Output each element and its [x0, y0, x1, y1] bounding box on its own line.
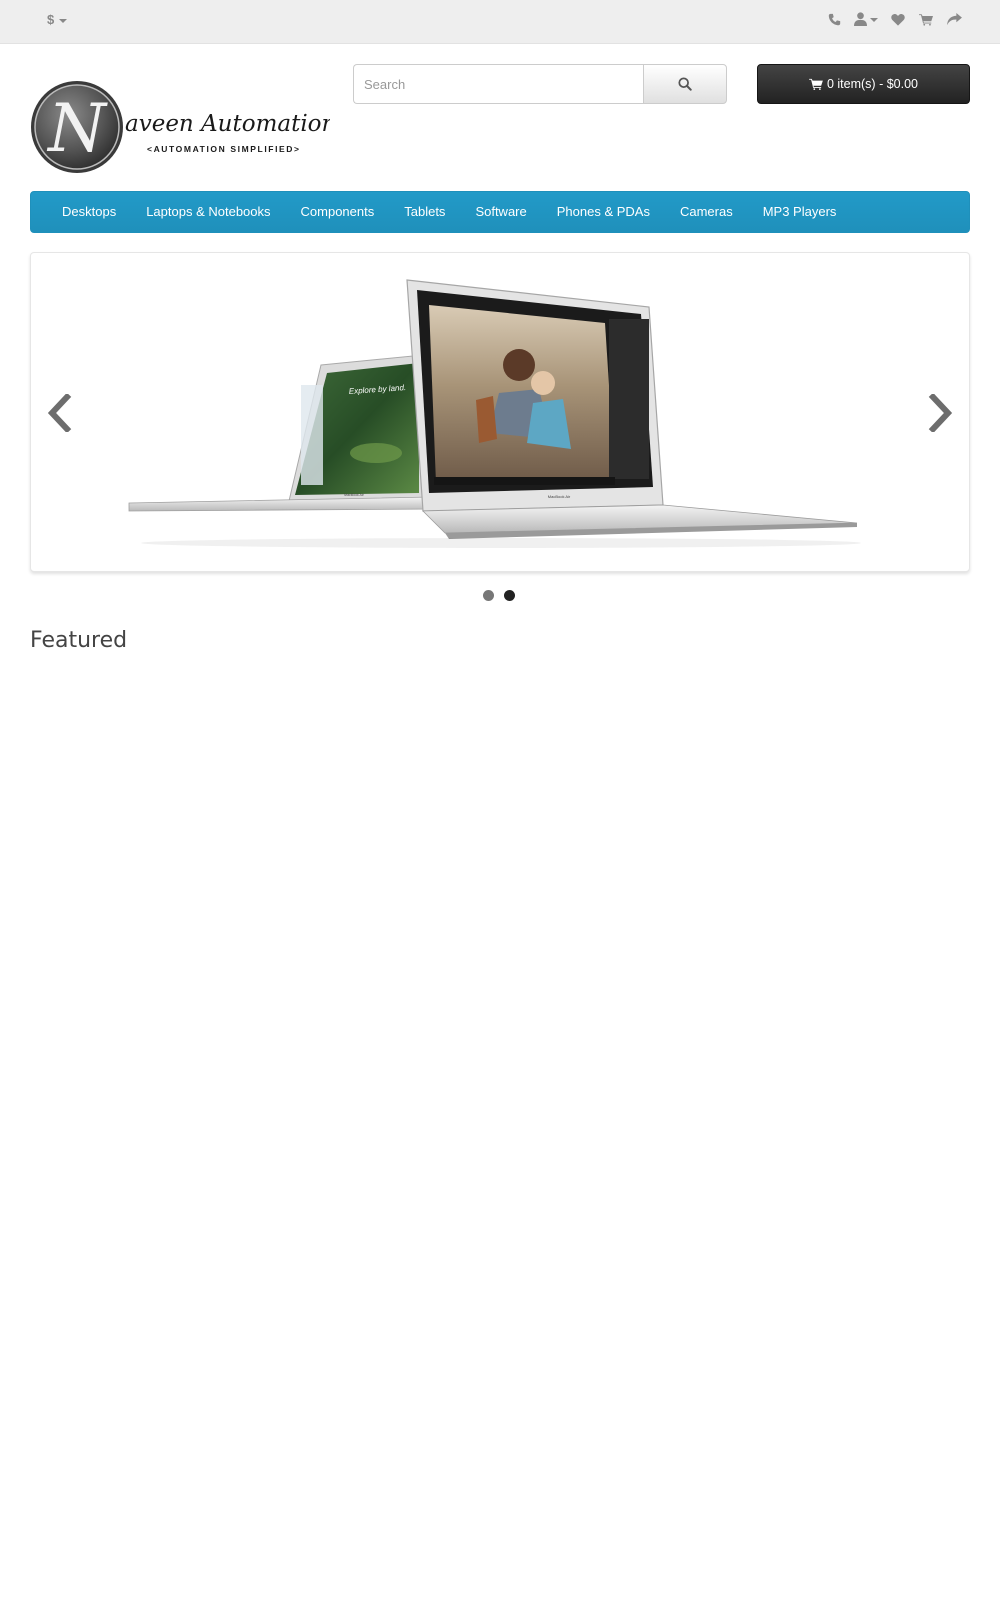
currency-symbol: $	[47, 12, 55, 27]
menu-item-laptops-notebooks[interactable]: Laptops & Notebooks	[131, 191, 285, 233]
menu-item-components[interactable]: Components	[286, 191, 390, 233]
chevron-right-icon	[928, 394, 953, 432]
chevron-down-icon	[59, 18, 68, 23]
chevron-left-icon	[47, 394, 72, 432]
menu-item-software[interactable]: Software	[460, 191, 541, 233]
slide-dot-2[interactable]	[504, 590, 515, 601]
logo-tagline: <AUTOMATION SIMPLIFIED>	[147, 144, 301, 154]
shopping-cart-icon[interactable]	[918, 11, 934, 27]
search-button[interactable]	[643, 64, 727, 104]
search-icon	[678, 77, 692, 91]
menu-item-mp3-players[interactable]: MP3 Players	[748, 191, 852, 233]
search-group	[353, 64, 727, 104]
slide-dot-1[interactable]	[483, 590, 494, 601]
cart-total: 0 item(s) - $0.00	[826, 77, 918, 91]
slideshow-pagination	[483, 590, 515, 601]
top-links	[826, 11, 962, 27]
site-logo[interactable]: N aveen Automation Labs <AUTOMATION SIMP…	[30, 79, 399, 175]
featured-heading: Featured	[30, 628, 128, 653]
phone-icon[interactable]	[826, 11, 842, 27]
slideshow-next-button[interactable]	[923, 386, 959, 440]
menu-item-desktops[interactable]: Desktops	[47, 191, 131, 233]
search-input[interactable]	[353, 64, 643, 104]
chevron-down-icon	[870, 18, 878, 22]
shopping-cart-icon	[809, 78, 823, 90]
top-bar: $	[0, 0, 1000, 44]
menu-item-phones-pdas[interactable]: Phones & PDAs	[542, 191, 665, 233]
main-menu: Desktops Laptops & Notebooks Components …	[30, 191, 970, 233]
menu-item-tablets[interactable]: Tablets	[389, 191, 460, 233]
menu-item-cameras[interactable]: Cameras	[665, 191, 748, 233]
user-icon	[854, 12, 867, 26]
cart-button[interactable]: 0 item(s) - $0.00	[757, 64, 970, 104]
slide-image-macbook-air[interactable]: Explore by land. MacBook Air MacBook Air	[31, 253, 970, 572]
heart-icon[interactable]	[890, 11, 906, 27]
my-account-dropdown[interactable]	[854, 11, 878, 27]
logo-script-text: aveen Automation Labs	[125, 111, 330, 137]
slideshow-prev-button[interactable]	[41, 386, 77, 440]
logo-monogram: N	[46, 90, 108, 167]
left-laptop-brand: MacBook Air	[344, 493, 364, 497]
right-laptop-brand: MacBook Air	[548, 494, 571, 499]
currency-dropdown[interactable]: $	[47, 12, 68, 27]
slideshow: Explore by land. MacBook Air MacBook Air	[30, 252, 970, 572]
share-icon[interactable]	[946, 11, 962, 27]
